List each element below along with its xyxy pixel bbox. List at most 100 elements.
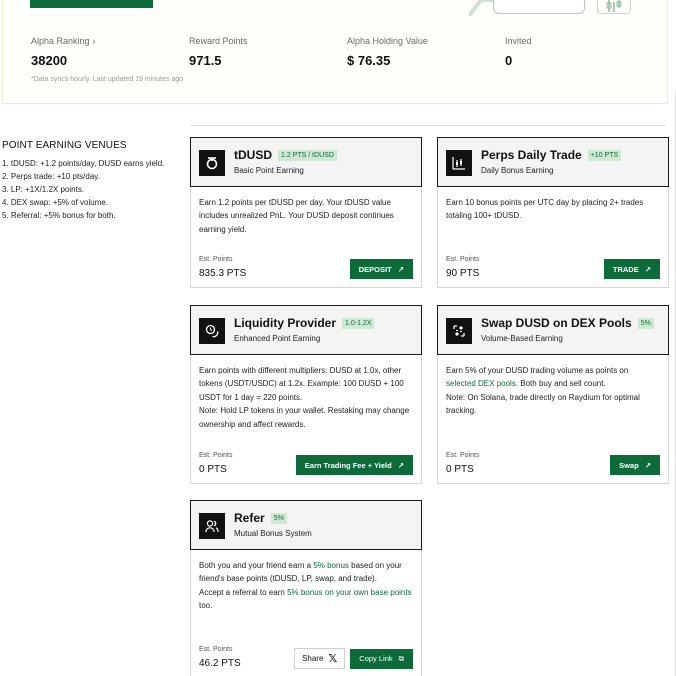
coins-icon xyxy=(199,318,225,344)
point-earning-venues: POINT EARNING VENUES 1. tDUSD: +1.2 poin… xyxy=(2,140,172,222)
rate-badge: 1.2 PTS / tDUSD xyxy=(278,149,337,161)
card-header: Liquidity Provider 1.0-1.2X Enhanced Poi… xyxy=(190,305,422,355)
swap-button[interactable]: Swap ↗ xyxy=(610,455,660,475)
venues-title: POINT EARNING VENUES xyxy=(2,140,127,151)
description-text: Both you and your friend earn a xyxy=(199,561,312,570)
highlight-text: 5% bonus on your own base points xyxy=(287,587,412,597)
card-subtitle: Enhanced Point Earning xyxy=(234,334,321,343)
copy-link-button[interactable]: Copy Link ⧉ xyxy=(350,648,413,669)
est-points-label: Est. Points xyxy=(199,646,233,653)
card-description: Earn points with different multipliers: … xyxy=(191,355,421,431)
candlestick-icon xyxy=(597,0,631,14)
coin-icon xyxy=(199,150,225,176)
description-text: Accept a referral to earn xyxy=(199,587,285,597)
section-divider xyxy=(190,125,666,126)
button-label: TRADE xyxy=(612,264,639,274)
venue-item: 3. LP: +1X/1.2X points. xyxy=(2,185,85,194)
selected-dex-pools-link[interactable]: selected DEX pools xyxy=(446,379,516,388)
highlight-text: 5% bonus xyxy=(313,561,349,570)
arrow-up-right-icon: ↗ xyxy=(397,264,404,274)
button-label: Swap xyxy=(619,460,639,470)
card-perps-daily-trade: Perps Daily Trade +10 PTS Daily Bonus Ea… xyxy=(437,137,669,288)
stats-panel: Alpha Ranking › 38200 Reward Points 971.5… xyxy=(2,0,668,104)
est-points-label: Est. Points xyxy=(199,256,233,263)
card-refer: Refer 5% Mutual Bonus System Both you an… xyxy=(190,500,422,676)
arrow-up-right-icon: ↗ xyxy=(644,264,651,274)
card-description: Earn 1.2 points per tDUSD per day. Your … xyxy=(199,198,394,234)
x-logo-icon: 𝕏 xyxy=(328,653,338,665)
description-note: Note: Hold LP tokens in your wallet. Res… xyxy=(199,406,410,429)
est-points-label: Est. Points xyxy=(446,452,480,459)
chart-icon xyxy=(446,150,472,176)
swap-icon xyxy=(446,318,472,344)
card-title: Swap DUSD on DEX Pools xyxy=(481,316,632,330)
card-description: Earn 5% of your DUSD trading volume as p… xyxy=(438,355,668,418)
stat-value: 971.5 xyxy=(189,53,222,68)
est-points-value: 46.2 PTS xyxy=(199,658,241,669)
users-icon xyxy=(199,513,225,539)
stat-reward-points: Reward Points 971.5 xyxy=(189,36,248,68)
arrow-up-right-icon: ↗ xyxy=(397,460,404,470)
est-points-label: Est. Points xyxy=(199,452,233,459)
card-header: tDUSD 1.2 PTS / tDUSD Basic Point Earnin… xyxy=(190,137,422,187)
rate-badge: +10 PTS xyxy=(587,149,622,161)
card-liquidity-provider: Liquidity Provider 1.0-1.2X Enhanced Poi… xyxy=(190,305,422,484)
card-swap-dusd: Swap DUSD on DEX Pools 5% Volume-Based E… xyxy=(437,305,669,484)
est-points-value: 90 PTS xyxy=(446,268,480,279)
description-text: . Both buy and sell count. xyxy=(515,379,606,389)
stat-label: Alpha Holding Value xyxy=(347,36,428,46)
card-title: tDUSD xyxy=(234,148,272,162)
trade-button[interactable]: TRADE ↗ xyxy=(603,259,660,279)
rate-badge: 5% xyxy=(270,512,287,524)
card-description: Earn 10 bonus points per UTC day by plac… xyxy=(446,198,644,221)
description-note: Note: On Solana, trade directly on Raydi… xyxy=(446,392,640,416)
arrow-up-right-icon: ↗ xyxy=(644,460,651,470)
description-text: Earn points with different multipliers: … xyxy=(199,366,404,402)
button-label: Earn Trading Fee + Yield xyxy=(304,460,392,470)
stat-label: Alpha Ranking xyxy=(31,36,90,46)
primary-action-button[interactable] xyxy=(30,0,153,8)
rate-badge: 5% xyxy=(637,317,654,329)
venue-item: 1. tDUSD: +1.2 points/day, DUSD earns yi… xyxy=(2,159,165,168)
button-label: DEPOSIT xyxy=(358,264,392,274)
description-text: Earn 5% of your DUSD trading volume as p… xyxy=(446,366,629,375)
venue-item: 2. Perps trade: +10 pts/day. xyxy=(2,172,100,181)
card-header: Refer 5% Mutual Bonus System xyxy=(190,500,422,550)
share-button[interactable]: Share 𝕏 xyxy=(294,648,346,669)
stat-label: Reward Points xyxy=(189,36,248,46)
rate-badge: 1.0-1.2X xyxy=(342,317,375,329)
card-title: Refer xyxy=(234,511,265,525)
copy-icon: ⧉ xyxy=(398,653,404,663)
description-text: too. xyxy=(199,601,213,611)
chevron-right-icon: › xyxy=(92,36,96,46)
card-header: Swap DUSD on DEX Pools 5% Volume-Based E… xyxy=(437,305,669,355)
est-points-value: 835.3 PTS xyxy=(199,268,247,279)
venue-item: 5. Referral: +5% bonus for both. xyxy=(2,211,116,220)
deposit-button[interactable]: DEPOSIT ↗ xyxy=(349,259,413,279)
stat-value: 0 xyxy=(505,53,513,68)
est-points-value: 0 PTS xyxy=(199,464,227,475)
card-tdusd: tDUSD 1.2 PTS / tDUSD Basic Point Earnin… xyxy=(190,137,422,288)
stat-alpha-holding-value: Alpha Holding Value $ 76.35 xyxy=(347,36,428,68)
card-subtitle: Volume-Based Earning xyxy=(481,334,563,343)
card-subtitle: Mutual Bonus System xyxy=(234,529,312,538)
card-title: Perps Daily Trade xyxy=(481,148,582,162)
stat-alpha-ranking[interactable]: Alpha Ranking › 38200 xyxy=(31,36,96,68)
card-description: Both you and your friend earn a 5% bonus… xyxy=(191,550,421,613)
stat-label: Invited xyxy=(505,36,532,46)
card-subtitle: Daily Bonus Earning xyxy=(481,166,554,175)
est-points-value: 0 PTS xyxy=(446,464,474,475)
card-title: Liquidity Provider xyxy=(234,316,337,330)
venue-item: 4. DEX swap: +5% of volume. xyxy=(2,198,109,207)
sync-note: *Data syncs hourly. Last updated 19 minu… xyxy=(31,76,184,83)
card-subtitle: Basic Point Earning xyxy=(234,166,304,175)
stat-value: $ 76.35 xyxy=(347,53,391,68)
decorative-frame xyxy=(493,0,585,14)
earn-trading-fee-button[interactable]: Earn Trading Fee + Yield ↗ xyxy=(295,455,413,475)
est-points-label: Est. Points xyxy=(446,256,480,263)
button-label: Share xyxy=(302,654,324,663)
button-label: Copy Link xyxy=(359,654,393,663)
stat-value: 38200 xyxy=(31,53,68,68)
stat-invited: Invited 0 xyxy=(505,36,532,68)
card-header: Perps Daily Trade +10 PTS Daily Bonus Ea… xyxy=(437,137,669,187)
